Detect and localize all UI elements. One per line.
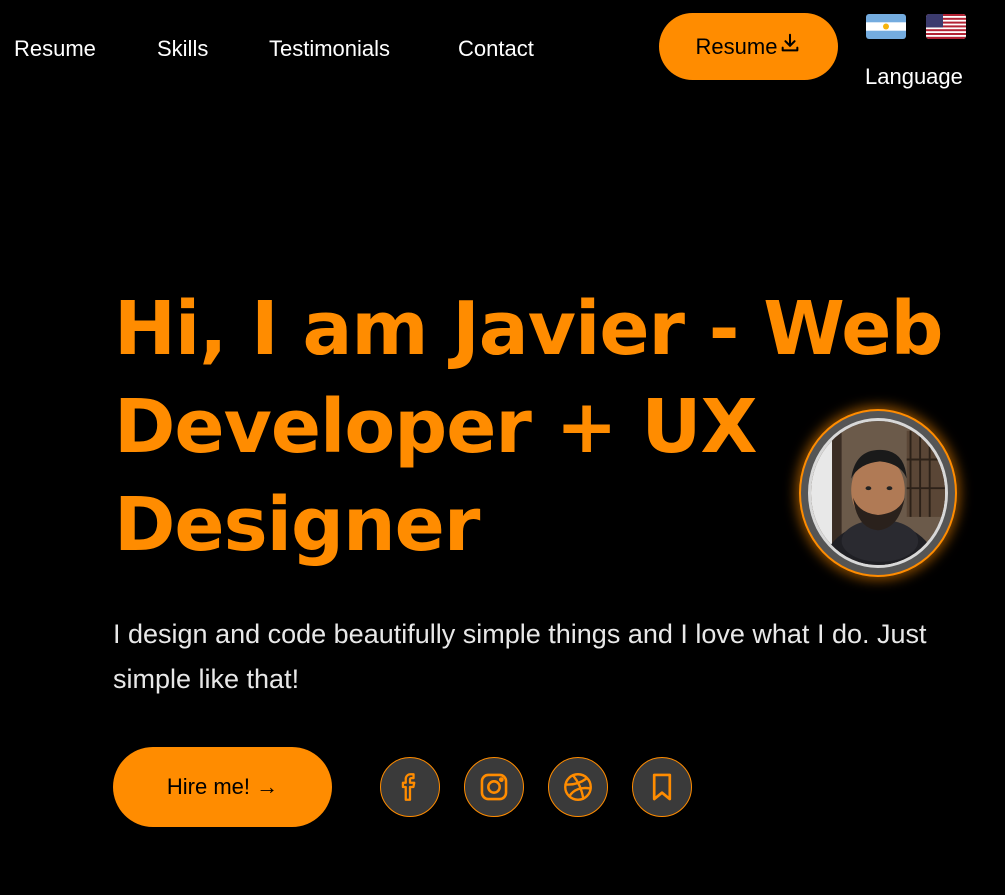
- nav-link-skills[interactable]: Skills: [157, 34, 208, 64]
- resume-download-button[interactable]: Resume: [659, 13, 838, 80]
- resume-button-label: Resume: [695, 33, 778, 59]
- facebook-icon[interactable]: [380, 757, 440, 817]
- hero-subtitle: I design and code beautifully simple thi…: [113, 619, 927, 694]
- avatar: [799, 409, 957, 577]
- download-icon: [779, 33, 801, 60]
- avatar-photo: [808, 418, 948, 568]
- dribbble-icon[interactable]: [548, 757, 608, 817]
- argentina-flag-icon[interactable]: [866, 14, 906, 39]
- nav-link-contact[interactable]: Contact: [458, 34, 534, 64]
- instagram-icon[interactable]: [464, 757, 524, 817]
- nav-link-resume[interactable]: Resume: [14, 34, 96, 64]
- language-label: Language: [865, 64, 963, 89]
- hire-me-button[interactable]: Hire me! →: [113, 747, 332, 827]
- usa-flag-icon[interactable]: [926, 14, 966, 39]
- nav-link-testimonials[interactable]: Testimonials: [269, 34, 390, 64]
- top-navigation: Resume Skills Testimonials Contact Resum…: [0, 0, 1005, 100]
- bookmark-icon[interactable]: [632, 757, 692, 817]
